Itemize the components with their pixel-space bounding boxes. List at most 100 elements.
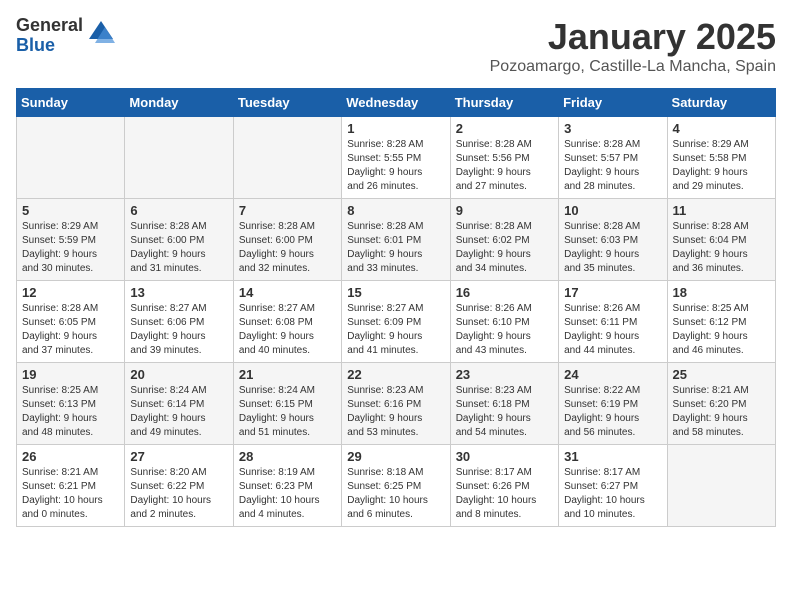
day-info: Sunrise: 8:22 AM Sunset: 6:19 PM Dayligh… [564, 384, 661, 440]
table-row: 30 Sunrise: 8:17 AM Sunset: 6:26 PM Dayli… [450, 445, 558, 527]
day-info: Sunrise: 8:26 AM Sunset: 6:11 PM Dayligh… [564, 302, 661, 358]
day-info: Sunrise: 8:24 AM Sunset: 6:15 PM Dayligh… [239, 384, 336, 440]
col-tuesday: Tuesday [233, 89, 341, 117]
day-info: Sunrise: 8:28 AM Sunset: 6:00 PM Dayligh… [239, 220, 336, 276]
day-number: 20 [130, 367, 227, 382]
logo-icon [87, 19, 115, 52]
table-row: 16 Sunrise: 8:26 AM Sunset: 6:10 PM Dayli… [450, 281, 558, 363]
day-number: 28 [239, 449, 336, 464]
table-row: 4Sunrise: 8:29 AM Sunset: 5:58 PM Daylig… [667, 117, 775, 199]
day-number: 14 [239, 285, 336, 300]
day-info: Sunrise: 8:27 AM Sunset: 6:08 PM Dayligh… [239, 302, 336, 358]
title-section: January 2025 Pozoamargo, Castille-La Man… [490, 16, 776, 76]
table-row: 2Sunrise: 8:28 AM Sunset: 5:56 PM Daylig… [450, 117, 558, 199]
table-row: 6 Sunrise: 8:28 AM Sunset: 6:00 PM Daylig… [125, 199, 233, 281]
day-info: Sunrise: 8:28 AM Sunset: 6:04 PM Dayligh… [673, 220, 770, 276]
day-info: Sunrise: 8:28 AM Sunset: 5:55 PM Dayligh… [347, 138, 444, 194]
table-row: 18 Sunrise: 8:25 AM Sunset: 6:12 PM Dayli… [667, 281, 775, 363]
day-info: Sunrise: 8:23 AM Sunset: 6:18 PM Dayligh… [456, 384, 553, 440]
day-number: 18 [673, 285, 770, 300]
header-row: Sunday Monday Tuesday Wednesday Thursday… [17, 89, 776, 117]
day-number: 26 [22, 449, 119, 464]
day-info: Sunrise: 8:26 AM Sunset: 6:10 PM Dayligh… [456, 302, 553, 358]
table-row: 21 Sunrise: 8:24 AM Sunset: 6:15 PM Dayli… [233, 363, 341, 445]
week-row-2: 5Sunrise: 8:29 AM Sunset: 5:59 PM Daylig… [17, 199, 776, 281]
day-number: 21 [239, 367, 336, 382]
day-info: Sunrise: 8:23 AM Sunset: 6:16 PM Dayligh… [347, 384, 444, 440]
day-info: Sunrise: 8:28 AM Sunset: 6:02 PM Dayligh… [456, 220, 553, 276]
table-row: 29Sunrise: 8:18 AM Sunset: 6:25 PM Dayli… [342, 445, 450, 527]
day-info: Sunrise: 8:24 AM Sunset: 6:14 PM Dayligh… [130, 384, 227, 440]
table-row: 15 Sunrise: 8:27 AM Sunset: 6:09 PM Dayli… [342, 281, 450, 363]
day-number: 15 [347, 285, 444, 300]
day-number: 19 [22, 367, 119, 382]
day-info: Sunrise: 8:20 AM Sunset: 6:22 PM Dayligh… [130, 466, 227, 522]
day-number: 6 [130, 203, 227, 218]
table-row: 23 Sunrise: 8:23 AM Sunset: 6:18 PM Dayli… [450, 363, 558, 445]
table-row: 22 Sunrise: 8:23 AM Sunset: 6:16 PM Dayli… [342, 363, 450, 445]
day-number: 22 [347, 367, 444, 382]
logo-blue-text: Blue [16, 36, 83, 56]
col-sunday: Sunday [17, 89, 125, 117]
day-number: 5 [22, 203, 119, 218]
day-info: Sunrise: 8:27 AM Sunset: 6:09 PM Dayligh… [347, 302, 444, 358]
col-wednesday: Wednesday [342, 89, 450, 117]
table-row: 25 Sunrise: 8:21 AM Sunset: 6:20 PM Dayli… [667, 363, 775, 445]
day-number: 13 [130, 285, 227, 300]
day-number: 8 [347, 203, 444, 218]
day-number: 17 [564, 285, 661, 300]
table-row: 12Sunrise: 8:28 AM Sunset: 6:05 PM Dayli… [17, 281, 125, 363]
table-row: 10 Sunrise: 8:28 AM Sunset: 6:03 PM Dayli… [559, 199, 667, 281]
day-number: 10 [564, 203, 661, 218]
col-friday: Friday [559, 89, 667, 117]
week-row-4: 19Sunrise: 8:25 AM Sunset: 6:13 PM Dayli… [17, 363, 776, 445]
day-number: 23 [456, 367, 553, 382]
table-row: 8 Sunrise: 8:28 AM Sunset: 6:01 PM Daylig… [342, 199, 450, 281]
week-row-5: 26 Sunrise: 8:21 AM Sunset: 6:21 PM Dayli… [17, 445, 776, 527]
day-info: Sunrise: 8:28 AM Sunset: 6:01 PM Dayligh… [347, 220, 444, 276]
calendar-table: Sunday Monday Tuesday Wednesday Thursday… [16, 88, 776, 527]
day-number: 31 [564, 449, 661, 464]
table-row [667, 445, 775, 527]
day-info: Sunrise: 8:18 AM Sunset: 6:25 PM Dayligh… [347, 466, 444, 522]
day-number: 25 [673, 367, 770, 382]
table-row: 28 Sunrise: 8:19 AM Sunset: 6:23 PM Dayli… [233, 445, 341, 527]
table-row: 20 Sunrise: 8:24 AM Sunset: 6:14 PM Dayli… [125, 363, 233, 445]
day-info: Sunrise: 8:28 AM Sunset: 5:57 PM Dayligh… [564, 138, 661, 194]
table-row: 3Sunrise: 8:28 AM Sunset: 5:57 PM Daylig… [559, 117, 667, 199]
table-row: 7Sunrise: 8:28 AM Sunset: 6:00 PM Daylig… [233, 199, 341, 281]
day-number: 30 [456, 449, 553, 464]
table-row: 24Sunrise: 8:22 AM Sunset: 6:19 PM Dayli… [559, 363, 667, 445]
col-saturday: Saturday [667, 89, 775, 117]
day-info: Sunrise: 8:21 AM Sunset: 6:20 PM Dayligh… [673, 384, 770, 440]
day-info: Sunrise: 8:28 AM Sunset: 6:00 PM Dayligh… [130, 220, 227, 276]
logo-general-text: General [16, 16, 83, 36]
day-info: Sunrise: 8:17 AM Sunset: 6:27 PM Dayligh… [564, 466, 661, 522]
table-row: 13 Sunrise: 8:27 AM Sunset: 6:06 PM Dayli… [125, 281, 233, 363]
table-row: 1 Sunrise: 8:28 AM Sunset: 5:55 PM Daylig… [342, 117, 450, 199]
day-number: 1 [347, 121, 444, 136]
table-row: 17 Sunrise: 8:26 AM Sunset: 6:11 PM Dayli… [559, 281, 667, 363]
header: General Blue January 2025 Pozoamargo, Ca… [16, 16, 776, 76]
day-info: Sunrise: 8:28 AM Sunset: 6:03 PM Dayligh… [564, 220, 661, 276]
table-row: 14 Sunrise: 8:27 AM Sunset: 6:08 PM Dayli… [233, 281, 341, 363]
day-info: Sunrise: 8:25 AM Sunset: 6:12 PM Dayligh… [673, 302, 770, 358]
day-number: 11 [673, 203, 770, 218]
day-info: Sunrise: 8:29 AM Sunset: 5:58 PM Dayligh… [673, 138, 770, 194]
day-info: Sunrise: 8:28 AM Sunset: 6:05 PM Dayligh… [22, 302, 119, 358]
day-info: Sunrise: 8:17 AM Sunset: 6:26 PM Dayligh… [456, 466, 553, 522]
calendar-subtitle: Pozoamargo, Castille-La Mancha, Spain [490, 58, 776, 76]
table-row: 31 Sunrise: 8:17 AM Sunset: 6:27 PM Dayli… [559, 445, 667, 527]
day-number: 2 [456, 121, 553, 136]
day-info: Sunrise: 8:19 AM Sunset: 6:23 PM Dayligh… [239, 466, 336, 522]
day-info: Sunrise: 8:21 AM Sunset: 6:21 PM Dayligh… [22, 466, 119, 522]
day-number: 16 [456, 285, 553, 300]
col-thursday: Thursday [450, 89, 558, 117]
table-row: 11 Sunrise: 8:28 AM Sunset: 6:04 PM Dayli… [667, 199, 775, 281]
calendar-title: January 2025 [490, 16, 776, 58]
day-number: 27 [130, 449, 227, 464]
week-row-1: 1 Sunrise: 8:28 AM Sunset: 5:55 PM Daylig… [17, 117, 776, 199]
day-info: Sunrise: 8:27 AM Sunset: 6:06 PM Dayligh… [130, 302, 227, 358]
table-row: 27 Sunrise: 8:20 AM Sunset: 6:22 PM Dayli… [125, 445, 233, 527]
day-number: 9 [456, 203, 553, 218]
